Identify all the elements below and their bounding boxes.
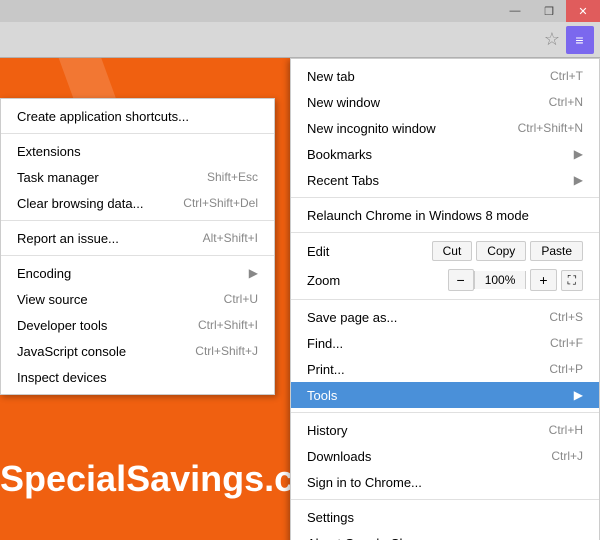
submenu-label: View source [17,292,88,307]
menu-item-downloads[interactable]: Downloads Ctrl+J [291,443,599,469]
menu-item-new-incognito[interactable]: New incognito window Ctrl+Shift+N [291,115,599,141]
submenu-arrow-icon: ▶ [574,388,583,402]
menu-shortcut: Ctrl+P [549,362,583,376]
chrome-menu: New tab Ctrl+T New window Ctrl+N New inc… [290,58,600,540]
edit-label: Edit [307,244,428,259]
submenu-arrow-icon: ▶ [574,173,583,187]
zoom-in-button[interactable]: + [530,269,556,291]
menu-item-history[interactable]: History Ctrl+H [291,417,599,443]
submenu-item-clear-browsing[interactable]: Clear browsing data... Ctrl+Shift+Del [1,190,274,216]
submenu-label: Encoding [17,266,71,281]
menu-item-label: Bookmarks [307,147,566,162]
menu-item-label: About Google Chrome [307,536,583,540]
submenu-arrow: ▶ [249,266,258,280]
menu-item-sign-in[interactable]: Sign in to Chrome... [291,469,599,495]
menu-item-label: Save page as... [307,310,529,325]
zoom-row: Zoom − 100% + ⛶ [291,265,599,295]
menu-separator [291,499,599,500]
menu-item-label: Relaunch Chrome in Windows 8 mode [307,208,583,223]
chrome-menu-icon[interactable]: ≡ [566,26,594,54]
submenu-item-task-manager[interactable]: Task manager Shift+Esc [1,164,274,190]
menu-item-label: New window [307,95,529,110]
zoom-value-display: 100% [474,271,527,289]
submenu-separator-3 [1,255,274,256]
menu-shortcut: Ctrl+H [549,423,583,437]
submenu-item-extensions[interactable]: Extensions [1,138,274,164]
menu-shortcut: Ctrl+S [549,310,583,324]
menu-separator [291,197,599,198]
maximize-button[interactable]: ❒ [532,0,566,22]
submenu-label: Task manager [17,170,99,185]
submenu-item-developer-tools[interactable]: Developer tools Ctrl+Shift+I [1,312,274,338]
edit-row: Edit Cut Copy Paste [291,237,599,265]
submenu-shortcut: Ctrl+Shift+Del [183,196,258,210]
submenu-label: JavaScript console [17,344,126,359]
browser-toolbar: ☆ ≡ [0,22,600,58]
star-icon[interactable]: ☆ [538,26,566,54]
submenu-item-javascript-console[interactable]: JavaScript console Ctrl+Shift+J [1,338,274,364]
menu-item-save-page[interactable]: Save page as... Ctrl+S [291,304,599,330]
menu-item-settings[interactable]: Settings [291,504,599,530]
title-bar: — ❒ ✕ [0,0,600,22]
submenu-shortcut: Ctrl+U [224,292,258,306]
submenu-label: Clear browsing data... [17,196,143,211]
menu-shortcut: Ctrl+J [551,449,583,463]
submenu-item-view-source[interactable]: View source Ctrl+U [1,286,274,312]
menu-item-label: Sign in to Chrome... [307,475,583,490]
menu-shortcut: Ctrl+T [550,69,583,83]
zoom-out-button[interactable]: − [448,269,474,291]
menu-item-label: Settings [307,510,583,525]
menu-item-relaunch[interactable]: Relaunch Chrome in Windows 8 mode [291,202,599,228]
submenu-shortcut: Alt+Shift+I [203,231,258,245]
minimize-button[interactable]: — [498,0,532,22]
submenu-item-inspect-devices[interactable]: Inspect devices [1,364,274,390]
menu-item-print[interactable]: Print... Ctrl+P [291,356,599,382]
submenu-shortcut: Shift+Esc [207,170,258,184]
submenu-item-encoding[interactable]: Encoding ▶ [1,260,274,286]
submenu-item-create-shortcuts[interactable]: Create application shortcuts... [1,103,274,129]
paste-button[interactable]: Paste [530,241,583,261]
menu-item-label: History [307,423,529,438]
menu-item-new-tab[interactable]: New tab Ctrl+T [291,63,599,89]
menu-item-tools[interactable]: Tools ▶ [291,382,599,408]
submenu-label: Inspect devices [17,370,107,385]
menu-item-label: Print... [307,362,529,377]
zoom-label: Zoom [307,273,444,288]
menu-item-label: Downloads [307,449,531,464]
fullscreen-button[interactable]: ⛶ [561,270,583,291]
submenu-shortcut: Ctrl+Shift+J [195,344,258,358]
menu-shortcut: Ctrl+F [550,336,583,350]
cut-button[interactable]: Cut [432,241,473,261]
close-button[interactable]: ✕ [566,0,600,22]
menu-item-new-window[interactable]: New window Ctrl+N [291,89,599,115]
menu-item-find[interactable]: Find... Ctrl+F [291,330,599,356]
submenu-shortcut: Ctrl+Shift+I [198,318,258,332]
menu-separator [291,412,599,413]
copy-button[interactable]: Copy [476,241,526,261]
menu-separator [291,232,599,233]
tools-submenu: Create application shortcuts... Extensio… [0,98,275,395]
submenu-item-report-issue[interactable]: Report an issue... Alt+Shift+I [1,225,274,251]
menu-item-about-chrome[interactable]: About Google Chrome [291,530,599,540]
submenu-label: Report an issue... [17,231,119,246]
submenu-arrow-icon: ▶ [574,147,583,161]
menu-shortcut: Ctrl+Shift+N [518,121,583,135]
submenu-label: Create application shortcuts... [17,109,189,124]
submenu-separator-1 [1,133,274,134]
menu-shortcut: Ctrl+N [549,95,583,109]
menu-item-recent-tabs[interactable]: Recent Tabs ▶ [291,167,599,193]
menu-separator [291,299,599,300]
submenu-label: Extensions [17,144,81,159]
menu-item-label: New tab [307,69,530,84]
menu-item-label: Tools [307,388,566,403]
menu-item-label: Recent Tabs [307,173,566,188]
submenu-separator-2 [1,220,274,221]
menu-item-label: New incognito window [307,121,498,136]
submenu-label: Developer tools [17,318,107,333]
site-name-display: SpecialSavings.co [0,458,316,500]
menu-item-bookmarks[interactable]: Bookmarks ▶ [291,141,599,167]
menu-item-label: Find... [307,336,530,351]
main-content: SpecialSavings.co Create application sho… [0,58,600,540]
